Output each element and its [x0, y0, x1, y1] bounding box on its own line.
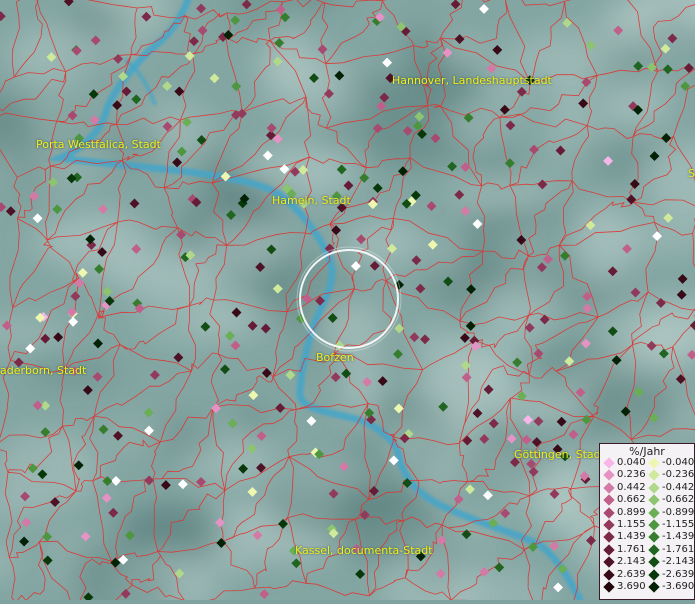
legend-swatch-negative — [648, 495, 659, 506]
city-label-partial-s: S — [688, 167, 695, 180]
legend-swatch-negative — [648, 581, 659, 592]
legend-swatch-negative — [648, 557, 659, 568]
legend-row: 1.439 -1.439 — [600, 532, 695, 544]
legend-row: 1.761 -1.761 — [600, 545, 695, 557]
city-label-goettingen: Göttingen, Stadt — [514, 448, 605, 461]
legend-value-positive: 1.155 — [617, 519, 646, 530]
terrain-blob — [413, 401, 457, 474]
terrain-blob — [409, 331, 479, 352]
legend-row: 1.155 -1.155 — [600, 520, 695, 532]
legend-value-positive: 0.040 — [617, 457, 646, 468]
legend-row: 2.639 -2.639 — [600, 570, 695, 582]
city-label-hannover: Hannover, Landeshauptstadt — [392, 74, 552, 87]
terrain-blob — [641, 12, 693, 42]
legend-value-positive: 0.442 — [617, 482, 646, 493]
city-label-kassel: Kassel, documenta-Stadt — [295, 544, 433, 557]
legend-swatch-positive — [603, 532, 614, 543]
legend-value-negative: -1.155 — [662, 519, 694, 530]
legend-value-positive: 0.236 — [617, 469, 646, 480]
legend-swatch-negative — [648, 482, 659, 493]
legend-swatch-positive — [603, 457, 614, 468]
legend-swatch-positive — [603, 557, 614, 568]
legend-value-negative: -2.639 — [662, 569, 694, 580]
legend-panel: %/Jahr 0.040-0.0400.236-0.2360.442-0.442… — [599, 443, 695, 600]
legend-row: 0.662 -0.662 — [600, 495, 695, 507]
legend-value-negative: -0.236 — [662, 469, 694, 480]
legend-swatch-negative — [648, 532, 659, 543]
legend-swatch-positive — [603, 495, 614, 506]
legend-swatch-positive — [603, 482, 614, 493]
city-label-hameln: Hameln, Stadt — [272, 194, 351, 207]
terrain-blob — [573, 204, 635, 282]
legend-swatch-positive — [603, 581, 614, 592]
legend-value-negative: -0.662 — [662, 494, 694, 505]
legend-value-positive: 3.690 — [617, 581, 646, 592]
terrain-blob — [636, 314, 694, 370]
legend-value-negative: -3.690 — [662, 581, 694, 592]
legend-swatch-negative — [648, 569, 659, 580]
legend-value-negative: -0.442 — [662, 482, 694, 493]
legend-value-negative: -1.439 — [662, 531, 694, 542]
legend-row: 0.899 -0.899 — [600, 508, 695, 520]
legend-value-positive: 1.761 — [617, 544, 646, 555]
legend-swatch-negative — [648, 470, 659, 481]
legend-value-positive: 1.439 — [617, 531, 646, 542]
map-canvas[interactable] — [0, 0, 695, 600]
legend-value-positive: 2.143 — [617, 556, 646, 567]
legend-value-negative: -1.761 — [662, 544, 694, 555]
legend-value-negative: -2.143 — [662, 556, 694, 567]
legend-swatch-negative — [648, 507, 659, 518]
legend-value-positive: 0.899 — [617, 507, 646, 518]
legend-value-positive: 0.662 — [617, 494, 646, 505]
legend-row: 0.442 -0.442 — [600, 483, 695, 495]
legend-swatch-positive — [603, 569, 614, 580]
legend-swatch-negative — [648, 519, 659, 530]
legend-value-negative: -0.040 — [662, 457, 694, 468]
legend-swatch-negative — [648, 457, 659, 468]
terrain-blob — [550, 475, 585, 522]
terrain-blob — [473, 351, 504, 389]
legend-row: 0.040 -0.040 — [600, 458, 695, 470]
legend-row: 3.690 -3.690 — [600, 582, 695, 594]
legend-swatch-negative — [648, 544, 659, 555]
legend-row: 0.236 -0.236 — [600, 470, 695, 482]
city-label-porta-westfalica: Porta Westfalica, Stadt — [36, 138, 161, 151]
terrain-blob — [342, 218, 425, 262]
legend-swatch-positive — [603, 519, 614, 530]
map-view[interactable]: Hannover, Landeshauptstadt Porta Westfal… — [0, 0, 695, 600]
terrain-blob — [550, 64, 586, 128]
legend-swatch-positive — [603, 507, 614, 518]
terrain-blob — [319, 119, 354, 142]
legend-value-positive: 2.639 — [617, 569, 646, 580]
city-label-bofzen: Bofzen — [316, 351, 354, 364]
legend-value-negative: -0.899 — [662, 507, 694, 518]
legend-swatch-positive — [603, 470, 614, 481]
legend-row: 2.143 -2.143 — [600, 557, 695, 569]
legend-swatch-positive — [603, 544, 614, 555]
city-label-paderborn: aderborn, Stadt — [0, 364, 86, 377]
